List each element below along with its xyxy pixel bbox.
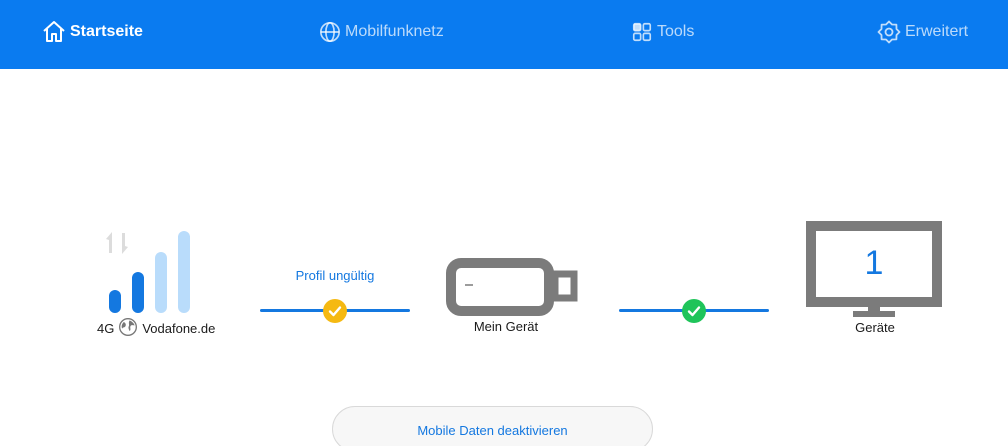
- connection-ok-check-icon: [682, 299, 706, 323]
- nav-label-advanced: Erweitert: [905, 23, 969, 40]
- connected-devices-label: Geräte: [855, 320, 895, 335]
- nav-item-home[interactable]: Startseite: [42, 18, 143, 46]
- top-navigation: Startseite Mobilfunknetz Tools Erweitert: [0, 0, 1008, 69]
- nav-item-mobile-network[interactable]: Mobilfunknetz: [319, 18, 444, 46]
- signal-bar-3: [155, 252, 167, 313]
- signal-bar-1: [109, 290, 121, 313]
- nav-label-home: Startseite: [70, 23, 143, 40]
- nav-item-tools[interactable]: Tools: [631, 18, 694, 46]
- device-label: Mein Gerät: [473, 319, 539, 334]
- globe-icon: [319, 21, 341, 43]
- signal-bar-2: [132, 272, 144, 313]
- toggle-mobile-data-button[interactable]: Mobile Daten deaktivieren: [332, 406, 653, 446]
- nav-item-advanced[interactable]: Erweitert: [877, 18, 968, 46]
- home-icon: [42, 20, 66, 44]
- profile-status-link[interactable]: Profil ungültig: [280, 268, 390, 283]
- nav-label-mobile-network: Mobilfunknetz: [345, 23, 444, 40]
- nav-label-tools: Tools: [657, 23, 695, 40]
- signal-bar-4: [178, 231, 190, 313]
- connected-devices-count: 1: [864, 243, 884, 282]
- roaming-globe-icon: [118, 317, 138, 340]
- usb-stick-icon: [446, 258, 580, 321]
- network-info: 4G Vodafone.de: [97, 317, 215, 339]
- provider-name: Vodafone.de: [142, 320, 216, 336]
- network-type: 4G: [97, 320, 115, 336]
- gear-icon: [877, 20, 901, 44]
- transfer-arrows-icon: [104, 231, 130, 260]
- profile-warning-check-icon: [323, 299, 347, 323]
- grid-icon: [631, 21, 653, 43]
